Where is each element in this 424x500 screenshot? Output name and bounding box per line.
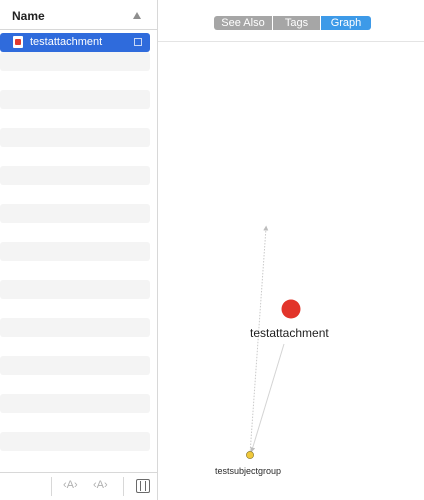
- sort-ascending-icon[interactable]: [133, 12, 141, 19]
- inspector-toggle-icon[interactable]: [136, 479, 150, 493]
- list-header[interactable]: Name: [0, 0, 157, 30]
- list-item[interactable]: [0, 432, 150, 451]
- list-item[interactable]: [0, 204, 150, 223]
- pdf-file-icon: [13, 36, 23, 48]
- list-item[interactable]: [0, 223, 150, 242]
- document-list: testattachment: [0, 33, 150, 451]
- list-bottom-bar: ‹A› ‹A›: [0, 472, 157, 500]
- list-item[interactable]: [0, 261, 150, 280]
- list-item[interactable]: [0, 147, 150, 166]
- graph-view[interactable]: testattachment testsubjectgroup: [158, 42, 424, 500]
- list-item[interactable]: [0, 375, 150, 394]
- list-item[interactable]: [0, 90, 150, 109]
- view-segmented-control: See Also Tags Graph: [214, 16, 371, 30]
- list-item[interactable]: [0, 71, 150, 90]
- tab-graph[interactable]: Graph: [321, 16, 371, 30]
- secondary-node-label[interactable]: testsubjectgroup: [215, 466, 281, 476]
- tab-tags[interactable]: Tags: [273, 16, 320, 30]
- decrease-font-button[interactable]: ‹A›: [63, 479, 78, 491]
- list-item[interactable]: [0, 166, 150, 185]
- list-item[interactable]: [0, 413, 150, 432]
- list-item[interactable]: [0, 109, 150, 128]
- list-item[interactable]: [0, 280, 150, 299]
- graph-edge: [249, 225, 269, 455]
- list-item[interactable]: [0, 52, 150, 71]
- main-node[interactable]: [281, 299, 301, 319]
- inspector-toolbar: See Also Tags Graph: [158, 0, 424, 42]
- list-item[interactable]: [0, 299, 150, 318]
- inspector-pane: See Also Tags Graph testattachment tests…: [158, 0, 424, 500]
- list-item[interactable]: [0, 356, 150, 375]
- list-item[interactable]: [0, 394, 150, 413]
- open-link-icon[interactable]: [134, 38, 142, 46]
- graph-canvas[interactable]: [158, 42, 424, 500]
- list-item[interactable]: [0, 128, 150, 147]
- list-item[interactable]: [0, 318, 150, 337]
- secondary-node[interactable]: [246, 451, 254, 459]
- list-item[interactable]: [0, 185, 150, 204]
- tab-see-also[interactable]: See Also: [214, 16, 272, 30]
- name-column-header[interactable]: Name: [12, 9, 45, 23]
- list-item[interactable]: [0, 242, 150, 261]
- divider: [123, 477, 124, 496]
- list-item[interactable]: [0, 337, 150, 356]
- list-item-label: testattachment: [30, 36, 103, 48]
- increase-font-button[interactable]: ‹A›: [93, 479, 108, 491]
- divider: [51, 477, 52, 496]
- document-list-pane: Name testattachment ‹A› ‹A›: [0, 0, 158, 500]
- list-item-selected[interactable]: testattachment: [0, 33, 150, 52]
- main-node-label[interactable]: testattachment: [250, 326, 329, 340]
